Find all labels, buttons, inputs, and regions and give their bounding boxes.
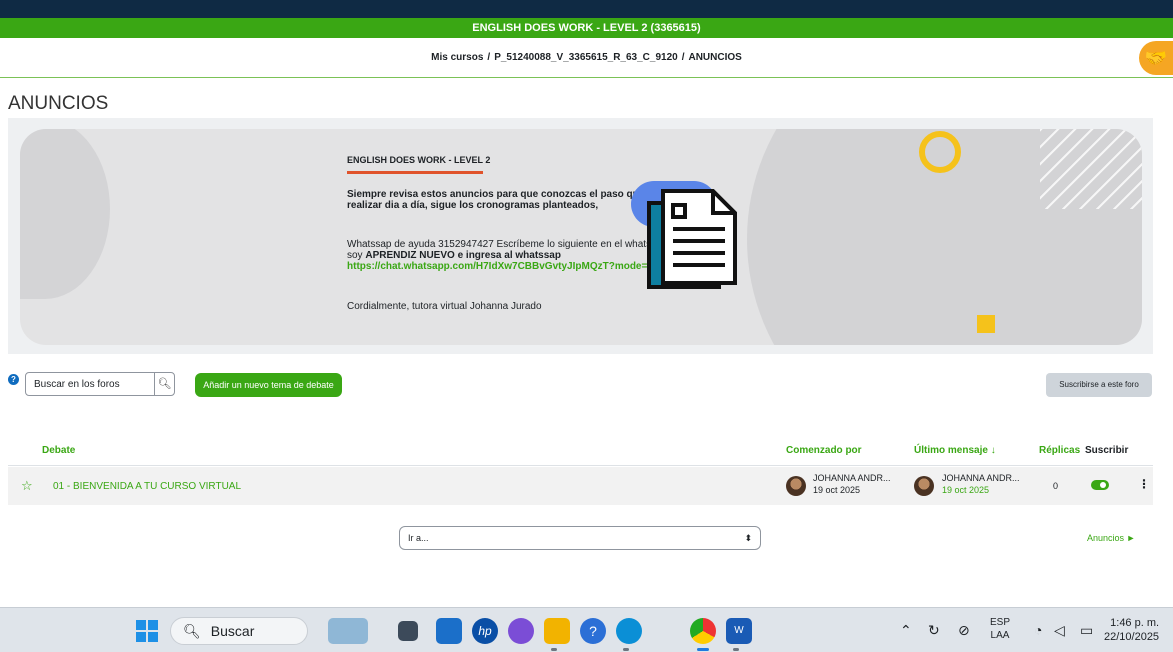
running-indicator [551, 648, 557, 651]
course-title-bar: ENGLISH DOES WORK - LEVEL 2 (3365615) [0, 18, 1173, 38]
edge-icon[interactable] [616, 618, 642, 644]
decor-blob-left [20, 129, 110, 299]
keyboard-layout: LAA [990, 630, 1010, 641]
table-row: ☆ 01 - BIENVENIDA A TU CURSO VIRTUAL JOH… [8, 467, 1153, 505]
decor-stripes [1040, 129, 1142, 209]
banner-card: ENGLISH DOES WORK - LEVEL 2 Siempre revi… [20, 129, 1142, 345]
volume-icon[interactable]: ◁ [1054, 622, 1065, 639]
handshake-icon: 🤝 [1144, 48, 1168, 68]
handshake-help-button[interactable]: 🤝 [1139, 41, 1173, 75]
whatsapp-join-text: e ingresa al whatssap [454, 250, 561, 261]
chrome-icon[interactable] [690, 618, 716, 644]
task-view-icon[interactable] [398, 621, 418, 641]
mute-icon[interactable]: ⊘ [958, 622, 970, 639]
breadcrumb-separator: / [681, 52, 685, 63]
whatsapp-keyword: APRENDIZ NUEVO [365, 250, 455, 261]
more-options-icon[interactable]: ⋮ [1138, 477, 1150, 491]
jump-to-label: Ir a... [408, 533, 429, 543]
started-date: 19 oct 2025 [813, 485, 861, 495]
windows-start-icon[interactable] [134, 618, 160, 644]
started-by-name[interactable]: JOHANNA ANDR... [813, 473, 891, 484]
forum-search-input[interactable] [26, 373, 154, 395]
clock[interactable]: 1:46 p. m. 22/10/2025 [1104, 616, 1159, 644]
star-icon[interactable]: ☆ [21, 478, 33, 494]
document-icon [647, 189, 737, 289]
avatar[interactable] [914, 476, 934, 496]
column-header-subscribe: Suscribir [1085, 445, 1129, 456]
search-button[interactable]: 🔍︎ [154, 373, 174, 395]
active-indicator [697, 648, 709, 651]
word-icon[interactable]: W [726, 618, 752, 644]
battery-icon[interactable]: ▭ [1080, 622, 1093, 639]
clock-date: 22/10/2025 [1104, 631, 1160, 643]
hp-icon[interactable]: hp [472, 618, 498, 644]
top-navbar [0, 0, 1173, 18]
forum-search: 🔍︎ [25, 372, 175, 396]
language-indicator[interactable]: ESP LAA [990, 616, 1010, 642]
taskbar-search[interactable]: 🔍︎ Buscar [170, 617, 308, 645]
running-indicator [623, 648, 629, 651]
column-header-debate[interactable]: Debate [42, 445, 75, 456]
decor-square [977, 315, 995, 333]
page-title: ANUNCIOS [8, 93, 109, 114]
banner-intro-text: Siempre revisa estos anuncios para que c… [347, 189, 677, 211]
discussion-title-link[interactable]: 01 - BIENVENIDA A TU CURSO VIRTUAL [53, 481, 241, 492]
replies-count: 0 [1053, 481, 1059, 491]
wifi-icon[interactable]: ◔ [1034, 622, 1042, 638]
banner-whatsapp-text: Whatssap de ayuda 3152947427 Escríbeme l… [347, 239, 677, 272]
subscribe-forum-button[interactable]: Suscribirse a este foro [1046, 373, 1152, 397]
jump-to-select[interactable]: Ir a... ⬍ [399, 526, 761, 550]
clock-time: 1:46 p. m. [1110, 617, 1160, 629]
breadcrumb-separator: / [487, 52, 491, 63]
next-activity-link[interactable]: Anuncios ► [1087, 533, 1135, 543]
banner-underline [347, 171, 483, 174]
column-header-started-by[interactable]: Comenzado por [786, 445, 862, 456]
search-icon: 🔍︎ [157, 378, 172, 390]
help-icon[interactable]: ? [8, 374, 19, 385]
last-post-date-link[interactable]: 19 oct 2025 [942, 485, 989, 496]
running-indicator [733, 648, 739, 651]
add-discussion-button[interactable]: Añadir un nuevo tema de debate [195, 373, 342, 397]
breadcrumb-course[interactable]: P_51240088_V_3365615_R_63_C_9120 [494, 52, 678, 63]
sync-icon[interactable]: ↻ [928, 622, 940, 639]
subscribe-toggle[interactable] [1091, 480, 1109, 490]
help-app-icon[interactable]: ? [580, 618, 606, 644]
breadcrumb-current: ANUNCIOS [688, 52, 742, 63]
search-icon: 🔍︎ [183, 623, 201, 639]
banner-signature: Cordialmente, tutora virtual Johanna Jur… [347, 301, 542, 312]
store-icon[interactable] [436, 618, 462, 644]
breadcrumb-my-courses[interactable]: Mis cursos [431, 52, 483, 63]
column-header-last-post[interactable]: Último mensaje ↓ [914, 445, 996, 456]
language-code: ESP [990, 617, 1011, 628]
breadcrumb: Mis cursos / P_51240088_V_3365615_R_63_C_9… [0, 38, 1173, 78]
widgets-icon[interactable] [328, 618, 368, 644]
select-arrows-icon: ⬍ [744, 533, 752, 543]
taskbar-search-label: Buscar [210, 623, 255, 639]
decor-ring [919, 131, 961, 173]
windows-taskbar: 🔍︎ Buscar hp ? W ⌃ ↻ ⊘ ESP LAA ◔ ◁ ▭ 1:46 … [0, 607, 1173, 652]
last-post-name[interactable]: JOHANNA ANDR... [942, 473, 1020, 484]
column-header-replies[interactable]: Réplicas [1039, 445, 1080, 456]
table-divider [8, 465, 1153, 466]
file-explorer-icon[interactable] [544, 618, 570, 644]
announcement-banner: ENGLISH DOES WORK - LEVEL 2 Siempre revi… [8, 118, 1153, 354]
copilot-icon[interactable] [508, 618, 534, 644]
avatar[interactable] [786, 476, 806, 496]
banner-title: ENGLISH DOES WORK - LEVEL 2 [347, 155, 491, 165]
whatsapp-link[interactable]: https://chat.whatsapp.com/H7IdXw7CBBvGvt… [347, 261, 666, 272]
chevron-up-icon[interactable]: ⌃ [900, 622, 912, 639]
